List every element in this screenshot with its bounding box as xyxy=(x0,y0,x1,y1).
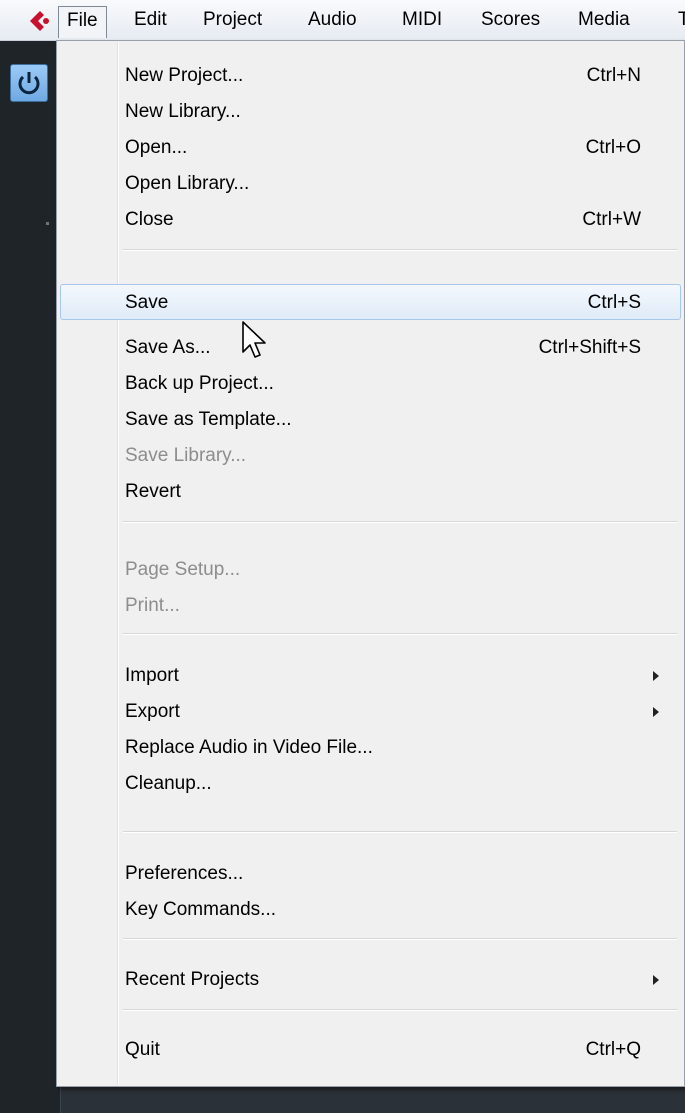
menu-item-label: Save Library... xyxy=(125,445,247,466)
menu-item-close[interactable]: Close Ctrl+W xyxy=(61,202,677,238)
menu-item-quit[interactable]: Quit Ctrl+Q xyxy=(61,1032,677,1068)
menu-separator xyxy=(123,831,677,833)
menu-item-open-library[interactable]: Open Library... xyxy=(61,166,677,202)
menu-item-label: Import xyxy=(125,665,179,686)
panel-dot xyxy=(46,222,49,225)
menu-item-shortcut: Ctrl+W xyxy=(582,209,641,230)
file-menu: New Project... Ctrl+N New Library... Ope… xyxy=(56,40,685,1087)
menu-item-shortcut: Ctrl+N xyxy=(586,65,641,86)
menu-item-label: Open... xyxy=(125,137,188,158)
menu-item-shortcut: Ctrl+S xyxy=(587,292,641,313)
menu-item-preferences[interactable]: Preferences... xyxy=(61,856,677,892)
menu-scores[interactable]: Scores xyxy=(473,6,548,34)
menu-item-back-up-project[interactable]: Back up Project... xyxy=(61,366,677,402)
menu-item-label: Cleanup... xyxy=(125,773,212,794)
menu-audio[interactable]: Audio xyxy=(300,6,365,34)
menu-item-recent-projects[interactable]: Recent Projects xyxy=(61,962,677,998)
menu-item-label: New Library... xyxy=(125,101,241,122)
menu-item-shortcut: Ctrl+O xyxy=(585,137,641,158)
menu-item-label: Print... xyxy=(125,595,180,616)
menu-separator xyxy=(123,249,677,251)
menu-item-new-library[interactable]: New Library... xyxy=(61,94,677,130)
menu-item-save-as-template[interactable]: Save as Template... xyxy=(61,402,677,438)
menu-item-shortcut: Ctrl+Q xyxy=(585,1039,641,1060)
menu-item-label: Save As... xyxy=(125,337,211,358)
menu-midi[interactable]: MIDI xyxy=(394,6,450,34)
menu-item-label: Quit xyxy=(125,1039,160,1060)
menu-media[interactable]: Media xyxy=(570,6,638,34)
menu-item-page-setup: Page Setup... xyxy=(61,552,677,588)
mouse-pointer-icon xyxy=(242,321,266,358)
menu-item-label: Page Setup... xyxy=(125,559,241,580)
menu-bar: File Edit Project Audio MIDI Scores Medi… xyxy=(0,0,685,41)
menu-item-key-commands[interactable]: Key Commands... xyxy=(61,892,677,928)
menu-item-new-project[interactable]: New Project... Ctrl+N xyxy=(61,58,677,94)
menu-project[interactable]: Project xyxy=(195,6,270,34)
menu-item-print: Print... xyxy=(61,588,677,624)
submenu-arrow-icon xyxy=(653,975,659,985)
menu-item-label: Export xyxy=(125,701,180,722)
menu-item-label: Recent Projects xyxy=(125,969,260,990)
power-button[interactable] xyxy=(10,64,48,102)
submenu-arrow-icon xyxy=(653,671,659,681)
menu-item-export[interactable]: Export xyxy=(61,694,677,730)
menu-item-import[interactable]: Import xyxy=(61,658,677,694)
menu-item-label: Close xyxy=(125,209,174,230)
menu-item-save-library: Save Library... xyxy=(61,438,677,474)
menu-item-revert[interactable]: Revert xyxy=(61,474,677,510)
menu-item-open[interactable]: Open... Ctrl+O xyxy=(61,130,677,166)
menu-file[interactable]: File xyxy=(58,6,107,38)
cubase-logo-icon[interactable] xyxy=(26,8,52,34)
menu-item-label: Back up Project... xyxy=(125,373,274,394)
menu-item-save[interactable]: Save Ctrl+S xyxy=(60,284,681,320)
submenu-arrow-icon xyxy=(653,707,659,717)
menu-item-shortcut: Ctrl+Shift+S xyxy=(538,337,641,358)
menu-item-label: Save as Template... xyxy=(125,409,292,430)
menu-item-label: Key Commands... xyxy=(125,899,276,920)
menu-item-label: Save xyxy=(125,292,169,313)
menu-item-label: Preferences... xyxy=(125,863,244,884)
menu-item-replace-audio[interactable]: Replace Audio in Video File... xyxy=(61,730,677,766)
menu-item-label: Revert xyxy=(125,481,181,502)
menu-separator xyxy=(123,1009,677,1011)
menu-edit[interactable]: Edit xyxy=(126,6,175,34)
menu-separator xyxy=(123,938,677,940)
menu-item-cleanup[interactable]: Cleanup... xyxy=(61,766,677,802)
menu-truncated[interactable]: T xyxy=(670,6,685,34)
menu-item-label: Open Library... xyxy=(125,173,250,194)
menu-item-label: New Project... xyxy=(125,65,244,86)
menu-separator xyxy=(123,521,677,523)
menu-separator xyxy=(123,633,677,635)
menu-item-label: Replace Audio in Video File... xyxy=(125,737,373,758)
left-panel xyxy=(0,41,61,1113)
power-icon xyxy=(18,72,40,95)
menu-item-save-as[interactable]: Save As... Ctrl+Shift+S xyxy=(61,330,677,366)
